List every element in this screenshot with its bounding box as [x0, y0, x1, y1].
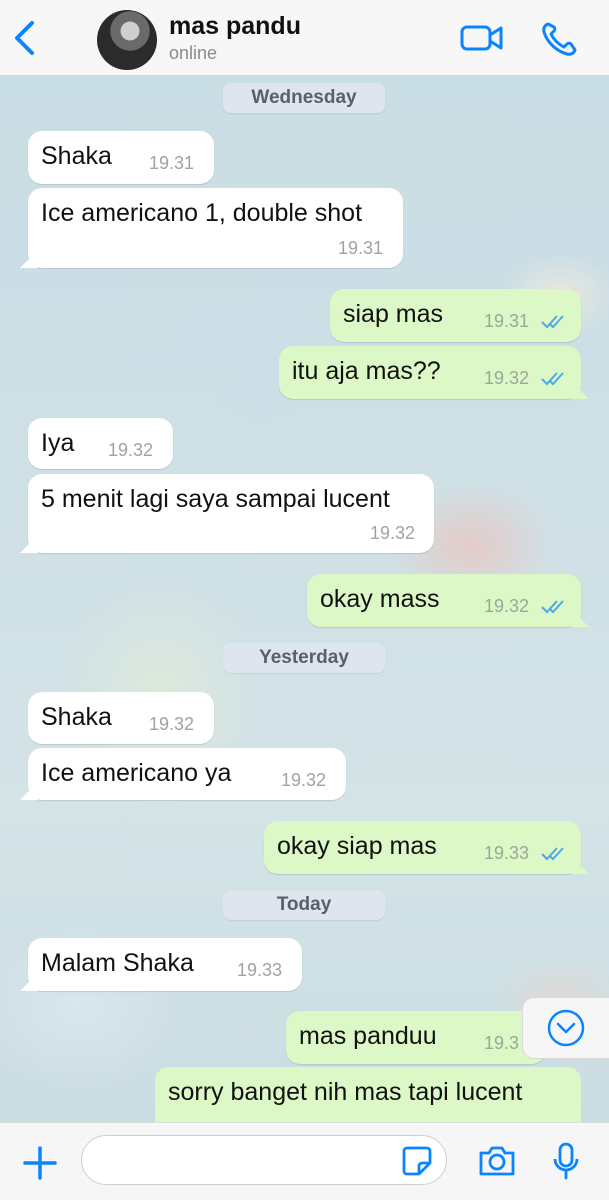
- contact-name[interactable]: mas pandu: [169, 12, 301, 41]
- message-time: 19.32: [484, 368, 530, 388]
- message-text: itu aja mas??: [292, 357, 441, 385]
- chevron-left-icon: [15, 21, 34, 55]
- voice-call-button[interactable]: [540, 20, 580, 58]
- message-bubble-incoming[interactable]: Iya 19.32: [28, 418, 173, 469]
- contact-avatar[interactable]: [97, 10, 157, 70]
- date-label: Wednesday: [223, 83, 385, 113]
- phone-icon: [542, 22, 577, 56]
- message-bubble-incoming[interactable]: Shaka 19.32: [28, 692, 214, 744]
- attach-button[interactable]: [20, 1143, 60, 1183]
- message-text: Ice americano ya: [41, 759, 232, 787]
- message-text: mas panduu: [299, 1022, 437, 1050]
- message-bubble-outgoing[interactable]: sorry banget nih mas tapi lucent: [155, 1067, 581, 1122]
- message-bubble-incoming[interactable]: Ice americano ya 19.32: [20, 748, 346, 800]
- message-text: Malam Shaka: [41, 949, 194, 977]
- message-time: 19.31: [484, 311, 530, 331]
- message-time: 19.31: [338, 238, 384, 258]
- bubble-tail: [571, 609, 589, 627]
- message-text: Iya: [41, 429, 75, 457]
- message-time: 19.32: [370, 523, 416, 543]
- bubble-tail: [20, 535, 38, 553]
- message-bubble-incoming[interactable]: Ice americano 1, double shot 19.31: [20, 188, 403, 268]
- message-bubble-incoming[interactable]: Shaka 19.31: [28, 131, 214, 184]
- message-time: 19.32: [149, 714, 195, 734]
- message-time: 19.32: [281, 770, 327, 790]
- message-text: 5 menit lagi saya sampai lucent: [41, 485, 390, 513]
- microphone-icon: [553, 1142, 579, 1180]
- camera-icon: [479, 1146, 515, 1176]
- message-time: 19.33: [484, 843, 530, 863]
- message-text: Shaka: [41, 703, 112, 731]
- message-bubble-incoming[interactable]: 5 menit lagi saya sampai lucent 19.32: [20, 474, 434, 553]
- sticker-icon: [402, 1146, 432, 1176]
- message-bubble-outgoing[interactable]: okay mass 19.32: [307, 574, 589, 627]
- date-label: Today: [223, 890, 385, 920]
- message-time: 19.3: [484, 1033, 520, 1053]
- chevron-down-circle-icon: [547, 1009, 585, 1047]
- bubble-tail: [20, 250, 38, 268]
- read-ticks-icon: [541, 847, 564, 861]
- message-bubble-outgoing[interactable]: itu aja mas?? 19.32: [279, 346, 589, 399]
- sticker-button[interactable]: [401, 1145, 433, 1177]
- message-bubble-outgoing[interactable]: mas panduu 19.3: [286, 1011, 546, 1064]
- message-time: 19.32: [108, 440, 154, 460]
- camera-button[interactable]: [477, 1143, 517, 1179]
- bubble-tail: [20, 973, 38, 991]
- bubble-tail: [20, 782, 38, 800]
- message-time: 19.32: [484, 596, 530, 616]
- message-bubble-incoming[interactable]: Malam Shaka 19.33: [20, 938, 302, 991]
- video-call-button[interactable]: [459, 20, 505, 56]
- bubble-tail: [571, 856, 589, 874]
- message-text: siap mas: [343, 300, 444, 328]
- message-text: Shaka: [41, 142, 112, 170]
- message-list[interactable]: Wednesday Shaka 19.31 Ice americano 1, d…: [0, 76, 609, 1122]
- message-bubble-outgoing[interactable]: okay siap mas 19.33: [264, 821, 589, 874]
- read-ticks-icon: [541, 315, 564, 329]
- back-button[interactable]: [10, 18, 40, 58]
- message-input[interactable]: [81, 1135, 447, 1185]
- message-bubble-outgoing[interactable]: siap mas 19.31: [330, 289, 581, 342]
- message-time: 19.31: [149, 153, 195, 173]
- message-text: okay mass: [320, 585, 440, 613]
- message-text: okay siap mas: [277, 832, 437, 860]
- message-text: sorry banget nih mas tapi lucent: [168, 1078, 523, 1106]
- bubble-tail: [571, 381, 589, 399]
- scroll-to-bottom-button[interactable]: [522, 997, 609, 1059]
- video-camera-icon: [460, 25, 503, 51]
- chat-header: mas pandu online: [0, 0, 609, 76]
- composer-bar: [0, 1122, 609, 1200]
- date-label: Yesterday: [223, 643, 385, 673]
- contact-status: online: [169, 43, 218, 63]
- microphone-button[interactable]: [550, 1141, 582, 1181]
- message-time: 19.33: [237, 960, 283, 980]
- plus-icon: [23, 1146, 57, 1180]
- message-text: Ice americano 1, double shot: [41, 199, 363, 227]
- read-ticks-icon: [541, 372, 564, 386]
- read-ticks-icon: [541, 600, 564, 614]
